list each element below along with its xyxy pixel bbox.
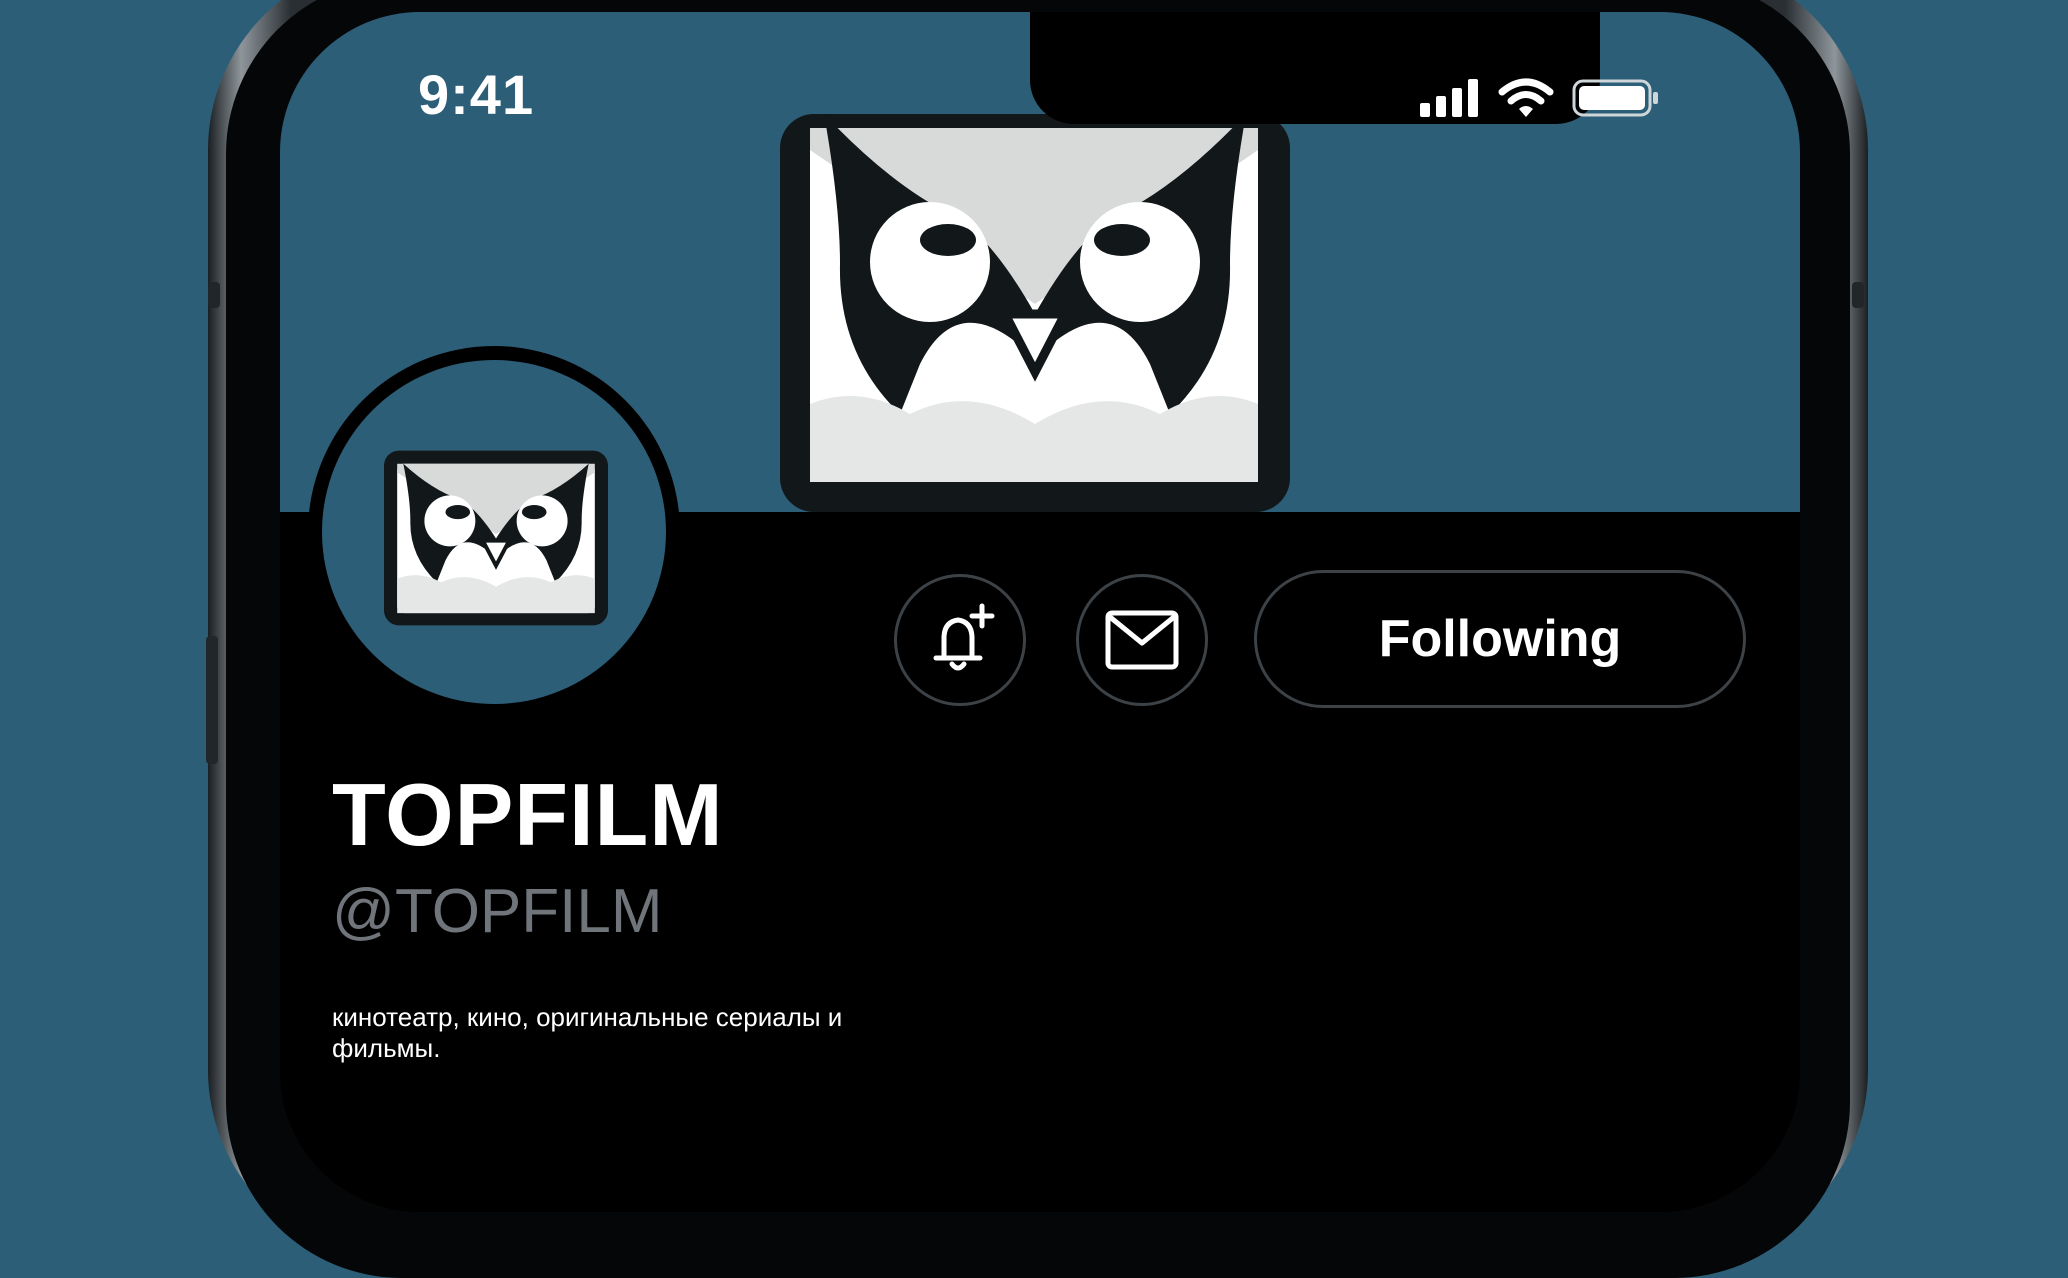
status-icons (1420, 78, 1660, 118)
phone-side-button-left (208, 282, 220, 308)
profile-handle: @TOPFILM (332, 877, 663, 946)
following-button[interactable]: Following (1254, 570, 1746, 708)
phone-power-button (1852, 282, 1864, 308)
status-time: 9:41 (418, 63, 535, 126)
banner-owl-logo (780, 114, 1290, 512)
notifications-button[interactable] (894, 574, 1026, 706)
envelope-icon (1105, 610, 1179, 670)
battery-icon (1572, 79, 1658, 117)
phone-screen: 9:41 Following TOPFILM @TOPFILM кинотеат… (280, 12, 1800, 1212)
bell-plus-icon (933, 603, 995, 671)
profile-name: TOPFILM (332, 765, 724, 864)
wifi-icon (1498, 78, 1554, 117)
profile-bio: кинотеатр, кино, оригинальные сериалы и … (332, 1002, 843, 1063)
message-button[interactable] (1076, 574, 1208, 706)
avatar-owl-logo (384, 450, 608, 626)
phone-volume-button (206, 636, 218, 764)
signal-icon (1420, 79, 1478, 117)
